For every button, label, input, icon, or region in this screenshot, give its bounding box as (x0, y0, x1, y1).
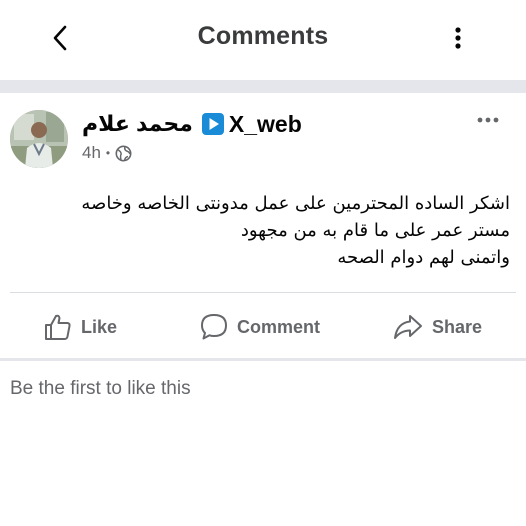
reactions-empty-text: Be the first to like this (10, 378, 191, 399)
comment-button[interactable]: Comment (199, 307, 320, 347)
section-divider (0, 80, 526, 93)
post-more-button[interactable] (470, 107, 506, 133)
avatar-photo (10, 110, 68, 168)
top-bar: Comments (0, 0, 526, 80)
post-card: محمد علام X_web 4h • اشكر الساده المحترم… (0, 93, 526, 358)
share-label: Share (432, 316, 483, 337)
more-options-button[interactable] (442, 20, 474, 56)
post-text-line: اشكر الساده المحترمين على عمل مدونتى الخ… (81, 193, 510, 214)
author-name[interactable]: محمد علام (82, 111, 193, 137)
post-text-line: مستر عمر على ما قام به من مجهود (240, 220, 510, 241)
post-text-line: واتمنى لهم دوام الصحه (337, 247, 510, 268)
page-name[interactable]: X_web (229, 111, 302, 138)
horizontal-ellipsis-icon (477, 117, 499, 123)
actions-divider (10, 292, 516, 293)
post-text: اشكر الساده المحترمين على عمل مدونتى الخ… (10, 190, 510, 271)
meta-separator: • (105, 146, 111, 160)
share-button[interactable]: Share (392, 307, 482, 347)
comment-label: Comment (237, 316, 321, 337)
comment-bubble-icon (201, 314, 227, 340)
like-label: Like (81, 316, 118, 337)
post-meta: 4h • (82, 143, 132, 163)
comments-divider (0, 358, 526, 361)
globe-icon (115, 145, 132, 161)
post-header-names: محمد علام X_web (82, 109, 302, 139)
post-timestamp[interactable]: 4h (82, 143, 101, 163)
thumbs-up-icon (45, 314, 71, 340)
play-button-icon (201, 113, 224, 135)
post-actions: Like Comment Share (0, 307, 526, 347)
vertical-ellipsis-icon (455, 27, 461, 49)
like-button[interactable]: Like (43, 307, 117, 347)
share-arrow-icon (394, 315, 422, 339)
avatar[interactable] (10, 110, 68, 168)
